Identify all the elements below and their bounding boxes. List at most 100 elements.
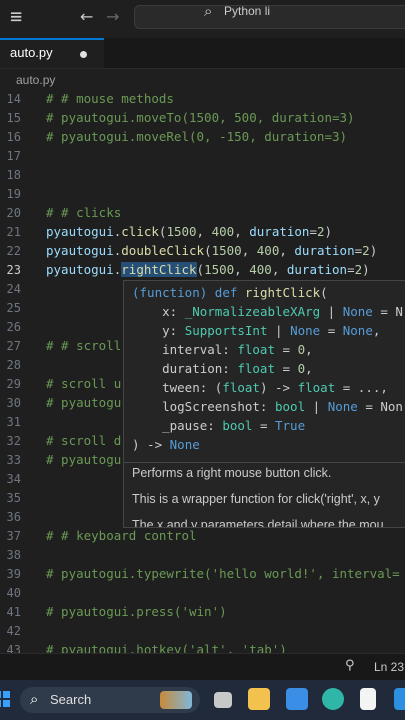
line-number: 43	[6, 643, 21, 653]
line-number: 42	[6, 624, 21, 638]
vscode-icon[interactable]	[394, 688, 405, 710]
code-line[interactable]: 16 # pyautogui.moveRel(0, -150, duration=…	[0, 128, 405, 147]
taskbar-search[interactable]: ⌕ Search	[20, 687, 200, 713]
line-number: 24	[6, 282, 21, 296]
signature-line: logScreenshot: bool | None = Non	[132, 399, 403, 414]
signature-line: duration: float = 0,	[132, 361, 313, 376]
code-text: pyautogui.click(1500, 400, duration=2)	[46, 224, 333, 239]
source-control-icon[interactable]: ⚲	[345, 658, 355, 673]
command-center-text: Python li	[224, 4, 271, 18]
store-icon[interactable]	[286, 688, 308, 710]
notepad-icon[interactable]	[360, 688, 376, 710]
task-view-icon[interactable]	[214, 692, 232, 708]
line-number: 26	[6, 320, 21, 334]
line-number: 41	[6, 605, 21, 619]
file-explorer-icon[interactable]	[248, 688, 270, 710]
line-number: 40	[6, 586, 21, 600]
line-number: 17	[6, 149, 21, 163]
signature-line: y: SupportsInt | None = None,	[132, 323, 381, 338]
line-number: 21	[6, 225, 21, 239]
code-line[interactable]: 21 pyautogui.click(1500, 400, duration=2)	[0, 223, 405, 242]
signature-line: tween: (float) -> float = ...,	[132, 380, 388, 395]
line-number: 36	[6, 510, 21, 524]
line-number: 23	[6, 263, 21, 277]
code-text: # # scroll	[46, 338, 122, 353]
line-number: 33	[6, 453, 21, 467]
code-line[interactable]: 40	[0, 584, 405, 603]
line-number: 31	[6, 415, 21, 429]
line-number: 22	[6, 244, 21, 258]
code-line[interactable]: 42	[0, 622, 405, 641]
code-text: # scroll d	[46, 433, 122, 448]
code-text: # pyautogui.typewrite('hello world!', in…	[46, 566, 400, 581]
signature-line: ) -> None	[132, 437, 200, 452]
line-number: 34	[6, 472, 21, 486]
code-text: pyautogui.doubleClick(1500, 400, duratio…	[46, 243, 378, 258]
doc-line: Performs a right mouse button click.	[132, 466, 332, 480]
doc-line: The x and y parameters detail where the …	[132, 518, 384, 528]
unsaved-dot-icon[interactable]	[80, 51, 87, 58]
code-text: # pyautogu	[46, 452, 122, 467]
arrow-right-icon[interactable]: →	[106, 7, 119, 26]
code-line[interactable]: 22 pyautogui.doubleClick(1500, 400, durat…	[0, 242, 405, 261]
line-number: 29	[6, 377, 21, 391]
windows-start-icon[interactable]	[0, 691, 10, 707]
code-line[interactable]: 15 # pyautogui.moveTo(1500, 500, duration…	[0, 109, 405, 128]
tooltip-divider	[124, 462, 405, 463]
code-text: # scroll u	[46, 376, 122, 391]
line-number: 30	[6, 396, 21, 410]
code-line[interactable]: 17	[0, 147, 405, 166]
line-number: 38	[6, 548, 21, 562]
search-icon: ⌕	[204, 2, 213, 20]
doc-line: This is a wrapper function for click('ri…	[132, 492, 380, 506]
tab-bar: auto.py	[0, 38, 405, 69]
search-icon: ⌕	[30, 690, 39, 708]
arrow-left-icon[interactable]: ←	[80, 7, 93, 26]
code-line[interactable]: 19	[0, 185, 405, 204]
tab-label: auto.py	[10, 45, 53, 60]
line-number: 15	[6, 111, 21, 125]
line-number: 39	[6, 567, 21, 581]
edge-icon[interactable]	[322, 688, 344, 710]
line-number: 20	[6, 206, 21, 220]
code-text: # # mouse methods	[46, 91, 174, 106]
line-number: 14	[6, 92, 21, 106]
cursor-position[interactable]: Ln 23,	[374, 660, 405, 674]
code-line[interactable]: 41 # pyautogui.press('win')	[0, 603, 405, 622]
code-line[interactable]: 39 # pyautogui.typewrite('hello world!', …	[0, 565, 405, 584]
tab-auto-py[interactable]: auto.py	[0, 38, 104, 68]
search-highlight-icon	[160, 691, 192, 709]
windows-taskbar: ⌕ Search	[0, 680, 405, 720]
code-line[interactable]: 14 # # mouse methods	[0, 90, 405, 109]
code-line[interactable]: 23 pyautogui.rightClick(1500, 400, durati…	[0, 261, 405, 280]
signature-line: _pause: bool = True	[132, 418, 306, 433]
code-text: # pyautogu	[46, 395, 122, 410]
signature-line: interval: float = 0,	[132, 342, 313, 357]
code-text: # pyautogui.moveTo(1500, 500, duration=3…	[46, 110, 355, 125]
line-number: 18	[6, 168, 21, 182]
code-line[interactable]: 20 # # clicks	[0, 204, 405, 223]
hamburger-icon[interactable]: ≡	[10, 6, 22, 26]
line-number: 28	[6, 358, 21, 372]
status-bar: ⚲ Ln 23,	[0, 653, 405, 680]
signature-line: (function) def rightClick(	[132, 285, 328, 300]
code-line[interactable]: 37 # # keyboard control	[0, 527, 405, 546]
line-number: 25	[6, 301, 21, 315]
code-text: pyautogui.rightClick(1500, 400, duration…	[46, 262, 370, 277]
line-number: 19	[6, 187, 21, 201]
search-label: Search	[50, 692, 92, 707]
line-number: 32	[6, 434, 21, 448]
code-text: # pyautogui.moveRel(0, -150, duration=3)	[46, 129, 348, 144]
code-line[interactable]: 43 # pyautogui.hotkey('alt', 'tab')	[0, 641, 405, 653]
hover-tooltip: (function) def rightClick( x: _Normalize…	[123, 280, 405, 528]
breadcrumb[interactable]: auto.py	[16, 73, 55, 87]
code-text: # # clicks	[46, 205, 122, 220]
code-text: # pyautogui.hotkey('alt', 'tab')	[46, 642, 287, 653]
title-bar: ≡ ← → ⌕ Python li	[0, 0, 405, 36]
code-line[interactable]: 38	[0, 546, 405, 565]
code-text: # # keyboard control	[46, 528, 197, 543]
line-number: 35	[6, 491, 21, 505]
code-text: # pyautogui.press('win')	[46, 604, 227, 619]
line-number: 16	[6, 130, 21, 144]
code-line[interactable]: 18	[0, 166, 405, 185]
